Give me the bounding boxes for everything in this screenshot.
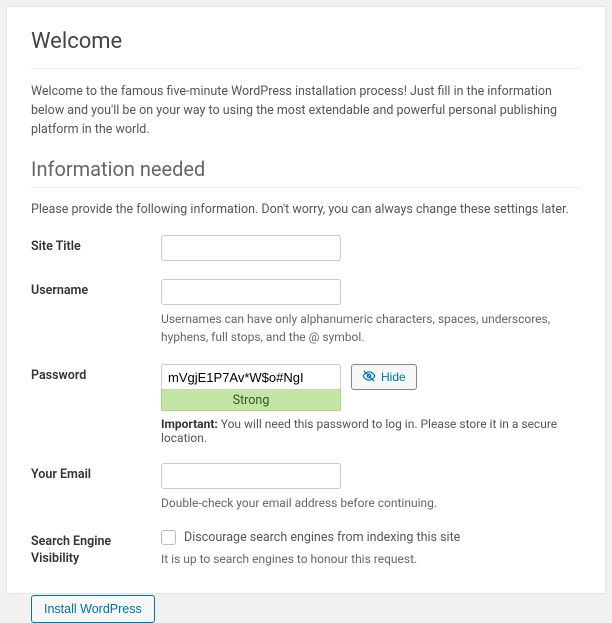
hide-password-button[interactable]: Hide xyxy=(351,364,417,390)
hide-button-label: Hide xyxy=(381,370,406,384)
email-input[interactable] xyxy=(161,463,341,489)
instructions-text: Please provide the following information… xyxy=(31,202,581,217)
username-label: Username xyxy=(31,279,161,299)
password-label: Password xyxy=(31,364,161,384)
search-engine-checkbox-label: Discourage search engines from indexing … xyxy=(184,530,460,545)
row-username: Username Usernames can have only alphanu… xyxy=(31,279,581,346)
email-label: Your Email xyxy=(31,463,161,483)
email-hint: Double-check your email address before c… xyxy=(161,495,581,512)
install-panel: Welcome Welcome to the famous five-minut… xyxy=(6,6,606,594)
important-label: Important: xyxy=(161,417,218,431)
row-search-engine: Search Engine Visibility Discourage sear… xyxy=(31,530,581,568)
eye-slash-icon xyxy=(362,369,376,386)
info-needed-heading: Information needed xyxy=(31,157,581,181)
divider xyxy=(31,187,581,188)
search-engine-checkbox[interactable] xyxy=(161,530,176,545)
search-engine-checkbox-wrap[interactable]: Discourage search engines from indexing … xyxy=(161,530,581,545)
username-input[interactable] xyxy=(161,279,341,305)
password-input[interactable] xyxy=(161,364,341,390)
site-title-input[interactable] xyxy=(161,235,341,261)
install-wordpress-button[interactable]: Install WordPress xyxy=(31,595,155,623)
divider xyxy=(31,68,581,69)
row-password: Password Hide Strong Important xyxy=(31,364,581,445)
row-email: Your Email Double-check your email addre… xyxy=(31,463,581,512)
important-text: You will need this password to log in. P… xyxy=(161,417,557,445)
search-engine-label: Search Engine Visibility xyxy=(31,530,161,567)
password-strength: Strong xyxy=(161,389,341,411)
welcome-heading: Welcome xyxy=(31,29,581,54)
intro-text: Welcome to the famous five-minute WordPr… xyxy=(31,83,581,139)
search-engine-hint: It is up to search engines to honour thi… xyxy=(161,551,581,568)
site-title-label: Site Title xyxy=(31,235,161,255)
username-hint: Usernames can have only alphanumeric cha… xyxy=(161,311,581,346)
password-important: Important: You will need this password t… xyxy=(161,417,581,445)
row-site-title: Site Title xyxy=(31,235,581,261)
